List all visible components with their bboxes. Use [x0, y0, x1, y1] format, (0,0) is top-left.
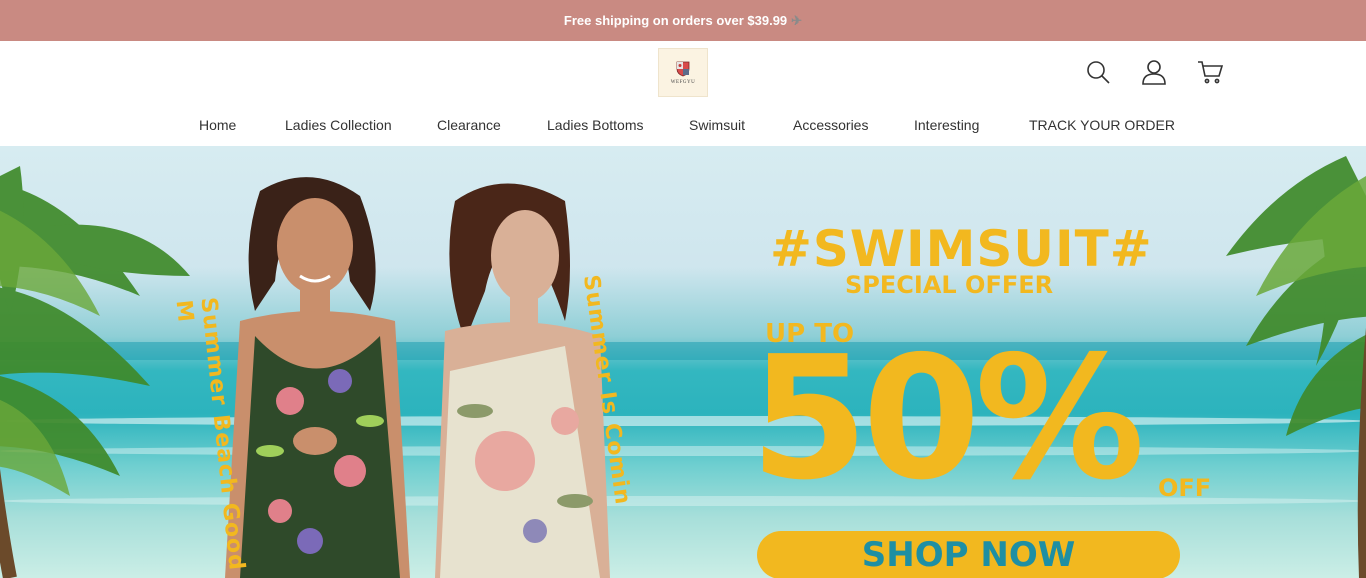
nav-item-ladies-bottoms[interactable]: Ladies Bottoms — [547, 117, 644, 133]
hero-discount: 50% — [750, 320, 1145, 518]
hero-subtitle: SPECIAL OFFER — [845, 271, 1054, 299]
hero-banner[interactable]: Summer Beach Good M Summer Is Comin #SWI… — [0, 146, 1366, 578]
main-nav: Home Ladies Collection Clearance Ladies … — [0, 105, 1366, 146]
announcement-text: Free shipping on orders over $39.99 — [563, 13, 788, 28]
nav-item-track-order[interactable]: TRACK YOUR ORDER — [1029, 117, 1175, 133]
site-header: WEFGYU — [0, 41, 1366, 105]
shop-now-button[interactable]: SHOP NOW — [757, 531, 1180, 578]
nav-item-swimsuit[interactable]: Swimsuit — [689, 117, 745, 133]
search-icon[interactable] — [1084, 58, 1112, 86]
account-icon[interactable] — [1140, 58, 1168, 86]
logo-brand-text: WEFGYU — [670, 79, 696, 85]
hero-off: OFF — [1158, 474, 1212, 502]
nav-item-clearance[interactable]: Clearance — [437, 117, 501, 133]
airplane-icon: ✈ — [791, 12, 803, 28]
nav-item-accessories[interactable]: Accessories — [793, 117, 868, 133]
nav-item-home[interactable]: Home — [199, 117, 236, 133]
announcement-bar: Free shipping on orders over $39.99 ✈ — [0, 0, 1366, 41]
crest-icon — [676, 61, 690, 76]
hero-tagline: #SWIMSUIT# — [770, 220, 1153, 278]
nav-item-interesting[interactable]: Interesting — [914, 117, 979, 133]
nav-item-ladies-collection[interactable]: Ladies Collection — [285, 117, 392, 133]
palm-tree-right — [1226, 156, 1366, 578]
site-logo[interactable]: WEFGYU — [658, 48, 708, 97]
cart-icon[interactable] — [1196, 58, 1224, 86]
